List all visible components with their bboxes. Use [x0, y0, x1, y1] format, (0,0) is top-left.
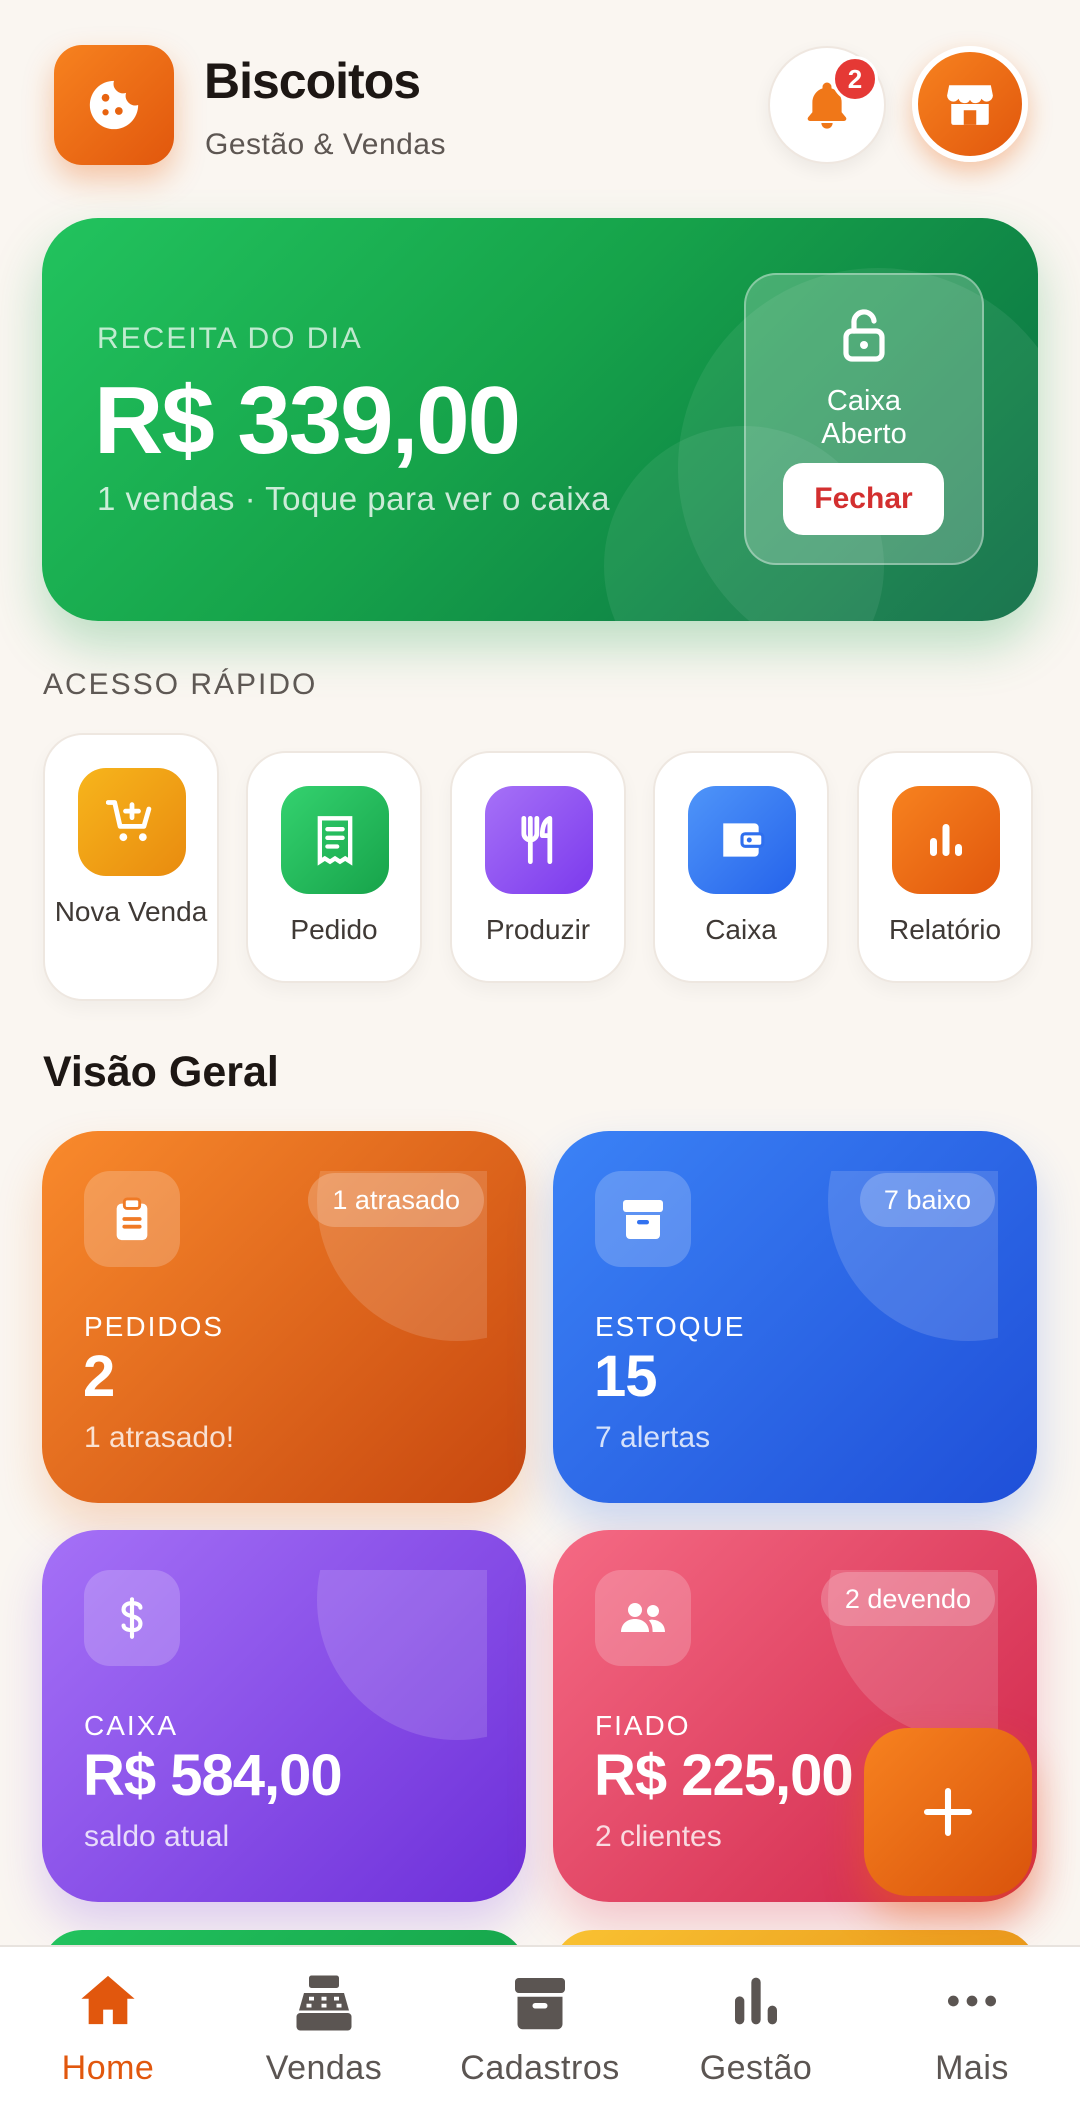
archive-box-icon	[515, 1978, 565, 2030]
stat-subtitle: 2 clientes	[595, 1820, 722, 1853]
revenue-subtitle: 1 vendas · Toque para ver o caixa	[97, 480, 611, 517]
nav-item-registers[interactable]: Cadastros	[432, 1947, 648, 2111]
overview-title: Visão Geral	[43, 1048, 279, 1096]
quick-action-cash[interactable]: Caixa	[653, 751, 829, 983]
quick-action-report[interactable]: Relatório	[857, 751, 1033, 983]
quick-action-order[interactable]: Pedido	[246, 751, 422, 983]
nav-label: Vendas	[265, 2049, 383, 2087]
orders-card[interactable]: 1 atrasado PEDIDOS 2 1 atrasado!	[42, 1131, 526, 1503]
store-button[interactable]	[912, 46, 1028, 162]
cookie-icon	[89, 80, 139, 130]
status-badge: 1 atrasado	[308, 1173, 484, 1227]
stat-label: PEDIDOS	[84, 1311, 225, 1342]
close-register-button[interactable]: Fechar	[783, 463, 944, 535]
nav-label: Mais	[935, 2049, 1009, 2087]
quick-action-label: Caixa	[705, 914, 777, 945]
bar-chart-icon	[735, 1977, 777, 2025]
stat-label: CAIXA	[84, 1710, 179, 1741]
nav-label: Gestão	[699, 2049, 813, 2087]
status-badge: 7 baixo	[859, 1173, 995, 1227]
add-button[interactable]	[864, 1728, 1032, 1896]
cash-register-status-text: Caixa Aberto	[821, 385, 907, 450]
app-logo	[54, 45, 174, 165]
quick-action-label: Pedido	[290, 914, 378, 945]
utensils-icon	[521, 815, 553, 865]
quick-access-title: ACESSO RÁPIDO	[43, 668, 318, 701]
nav-item-sales[interactable]: Vendas	[216, 1947, 432, 2111]
stat-subtitle: saldo atual	[84, 1820, 230, 1853]
bar-chart-icon	[930, 824, 962, 856]
receipt-icon	[317, 816, 353, 866]
quick-action-label: Produzir	[485, 914, 591, 945]
nav-item-more[interactable]: Mais	[864, 1947, 1080, 2111]
quick-action-new-sale[interactable]: Nova Venda	[43, 733, 219, 1001]
cash-register-icon	[296, 1975, 352, 2031]
revenue-value: R$ 339,00	[94, 367, 521, 474]
notification-badge: 2	[832, 56, 878, 102]
stat-value: R$ 584,00	[83, 1743, 343, 1808]
more-icon	[947, 1995, 997, 2007]
status-badge: 2 devendo	[820, 1572, 995, 1626]
cart-plus-icon	[106, 800, 152, 842]
dollar-icon	[121, 1597, 143, 1639]
users-icon	[621, 1603, 665, 1632]
stat-label: ESTOQUE	[595, 1311, 746, 1342]
app-subtitle: Gestão & Vendas	[205, 128, 446, 161]
wallet-icon	[723, 823, 765, 857]
app-title: Biscoitos	[204, 53, 421, 109]
home-icon	[81, 1975, 135, 2025]
stock-card[interactable]: 7 baixo ESTOQUE 15 7 alertas	[553, 1131, 1037, 1503]
nav-item-home[interactable]: Home	[0, 1947, 216, 2111]
nav-label: Cadastros	[460, 2049, 620, 2087]
stat-subtitle: 1 atrasado!	[84, 1421, 235, 1454]
stat-label: FIADO	[595, 1710, 691, 1741]
cash-card[interactable]: CAIXA R$ 584,00 saldo atual	[42, 1530, 526, 1902]
stat-subtitle: 7 alertas	[595, 1421, 711, 1454]
clipboard-icon	[116, 1197, 148, 1241]
revenue-label: RECEITA DO DIA	[97, 322, 363, 355]
unlock-icon	[843, 309, 885, 362]
nav-label: Home	[61, 2049, 155, 2087]
bottom-navigation: Home Vendas Cadastros Gestão Mais	[0, 1945, 1080, 2111]
quick-action-produce[interactable]: Produzir	[450, 751, 626, 983]
stat-value: 15	[594, 1344, 658, 1409]
stat-value: 2	[83, 1344, 115, 1409]
daily-revenue-card[interactable]: RECEITA DO DIA R$ 339,00 1 vendas · Toqu…	[42, 218, 1038, 621]
nav-item-management[interactable]: Gestão	[648, 1947, 864, 2111]
quick-action-label: Relatório	[888, 914, 1002, 945]
stat-value: R$ 225,00	[594, 1743, 854, 1808]
archive-icon	[623, 1200, 663, 1239]
quick-action-label: Nova Venda	[54, 896, 208, 927]
store-icon	[947, 85, 993, 125]
plus-icon	[923, 1787, 973, 1837]
cash-register-status: Caixa Aberto Fechar	[744, 273, 984, 565]
